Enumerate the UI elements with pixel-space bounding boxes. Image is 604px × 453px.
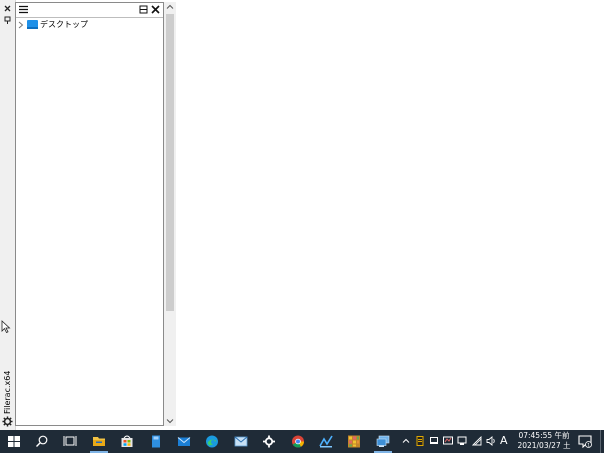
notebook-icon: [152, 435, 160, 448]
battery-icon[interactable]: [415, 436, 425, 446]
start-button[interactable]: [1, 430, 27, 453]
desktop-folder-icon: [27, 20, 38, 29]
search-icon: [36, 435, 48, 447]
scroll-up-icon[interactable]: [166, 3, 174, 11]
edge-icon: [206, 435, 218, 448]
close-icon[interactable]: [3, 4, 12, 13]
clock[interactable]: 07:45:55 午前 2021/03/27 土: [512, 431, 576, 451]
vertical-scrollbar[interactable]: [164, 2, 176, 426]
folder-icon: [93, 437, 105, 446]
edge-button[interactable]: [199, 430, 225, 453]
windows-icon: [8, 436, 20, 447]
side-toolbar: Filerac.x64: [0, 0, 16, 430]
network-icon[interactable]: [457, 436, 467, 446]
tree-item-desktop[interactable]: デスクトップ: [16, 19, 156, 31]
remote-desktop-icon: [376, 435, 390, 447]
svg-text:1: 1: [587, 442, 590, 448]
notebook-button[interactable]: [143, 430, 169, 453]
ime-indicator[interactable]: A: [500, 434, 508, 447]
store-button[interactable]: [114, 430, 140, 453]
settings-button[interactable]: [256, 430, 282, 453]
wifi-icon[interactable]: [472, 436, 482, 446]
mouse-cursor-icon: [1, 320, 11, 333]
menu-icon[interactable]: [19, 5, 28, 14]
file-explorer-button[interactable]: [86, 430, 112, 453]
mail-app-icon: [234, 436, 248, 447]
tree-item-label: デスクトップ: [40, 20, 88, 29]
task-view-button[interactable]: [57, 430, 83, 453]
device-icon[interactable]: [429, 436, 439, 446]
scrollbar-thumb[interactable]: [166, 14, 174, 311]
pin-icon[interactable]: [3, 16, 12, 24]
store-icon: [121, 435, 133, 447]
chevron-up-icon[interactable]: [401, 436, 411, 446]
folder-tree-pane: デスクトップ: [15, 2, 164, 426]
gear-icon: [263, 435, 275, 448]
app-button[interactable]: [313, 430, 339, 453]
chrome-button[interactable]: [285, 430, 311, 453]
pane-header: [16, 3, 163, 18]
clock-time: 07:45:55 午前: [518, 431, 570, 440]
close-icon[interactable]: [151, 5, 160, 14]
gear-icon[interactable]: [2, 416, 13, 427]
scroll-down-icon[interactable]: [166, 417, 174, 425]
monitor-icon[interactable]: [443, 436, 453, 446]
pen-app-icon: [319, 435, 333, 448]
mail-app-button[interactable]: [228, 430, 254, 453]
task-view-icon: [63, 436, 77, 446]
show-desktop-button[interactable]: [600, 430, 604, 453]
search-button[interactable]: [29, 430, 55, 453]
remote-desktop-button[interactable]: [370, 430, 396, 453]
taskbar: A 07:45:55 午前 2021/03/27 土 1: [0, 430, 604, 453]
app-name-label: Filerac.x64: [3, 370, 12, 414]
restore-icon[interactable]: [139, 5, 148, 14]
app-button[interactable]: [341, 430, 367, 453]
mail-button[interactable]: [171, 430, 197, 453]
chrome-icon: [292, 435, 304, 448]
mail-icon: [177, 437, 191, 446]
clock-date: 2021/03/27 土: [517, 441, 571, 450]
chevron-right-icon[interactable]: [18, 21, 24, 29]
volume-icon[interactable]: [486, 436, 496, 446]
notification-icon[interactable]: 1: [578, 435, 592, 448]
mosaic-app-icon: [348, 435, 360, 448]
